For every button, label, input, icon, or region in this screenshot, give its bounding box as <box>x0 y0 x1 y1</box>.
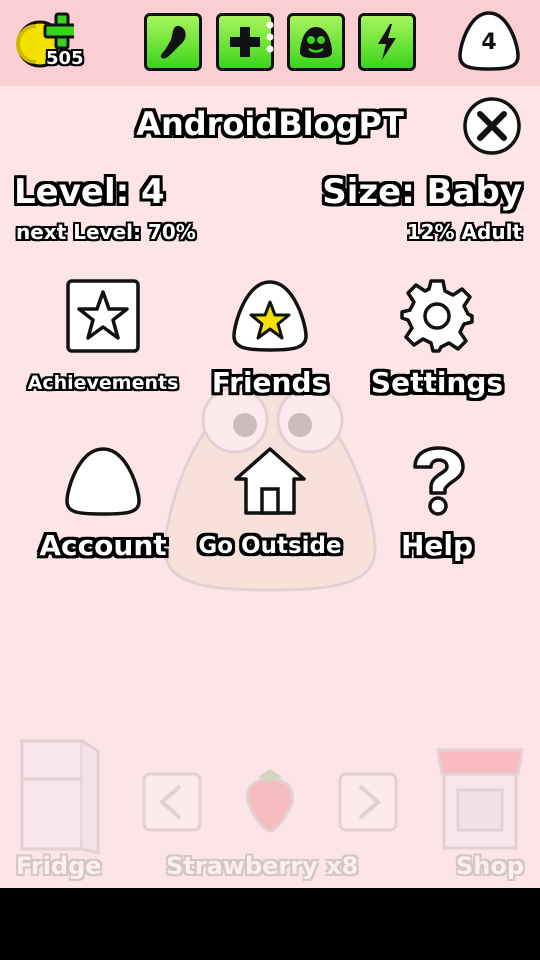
gear-icon <box>400 279 474 353</box>
help-label: Help <box>400 529 474 562</box>
food-label: Strawberry x8 <box>166 852 359 880</box>
account-label: Account <box>39 529 167 562</box>
help-button[interactable]: Help <box>352 445 522 575</box>
drumstick-icon <box>160 25 186 59</box>
fridge-icon <box>20 739 100 855</box>
pou-face-icon <box>300 27 332 58</box>
achievements-label: Achievements <box>27 372 179 394</box>
settings-button[interactable]: Settings <box>352 278 522 408</box>
food-stat-button[interactable] <box>144 13 202 71</box>
settings-label: Settings <box>370 366 504 399</box>
lightning-icon <box>378 24 396 60</box>
account-button[interactable]: Account <box>18 445 188 575</box>
star-box-icon <box>66 279 140 353</box>
go-outside-button[interactable]: Go Outside <box>185 445 355 575</box>
next-food-arrow-icon <box>338 772 398 832</box>
energy-stat-button[interactable] <box>358 13 416 71</box>
prev-food-arrow-icon <box>142 772 202 832</box>
friends-label: Friends <box>211 366 329 399</box>
fridge-label: Fridge <box>16 852 102 880</box>
go-outside-label: Go Outside <box>198 533 342 559</box>
level-label: Level: 4 <box>14 172 165 212</box>
achievements-button[interactable]: Achievements <box>18 278 188 408</box>
size-label: Size: Baby <box>322 172 522 212</box>
house-icon <box>234 447 306 515</box>
friends-star-icon <box>232 280 308 352</box>
next-level-progress: next Level: 70% <box>16 220 196 244</box>
system-nav-bar <box>0 888 540 960</box>
question-mark-icon <box>413 446 465 516</box>
username: AndroidBlogPT <box>136 105 404 143</box>
close-icon[interactable] <box>462 96 522 156</box>
adult-progress: 12% Adult <box>406 220 522 244</box>
fun-stat-button[interactable] <box>287 13 345 71</box>
friends-button[interactable]: Friends <box>185 278 355 408</box>
level-bubble-number: 4 <box>481 30 497 55</box>
shop-label: Shop <box>456 852 525 880</box>
strawberry-icon <box>246 769 294 833</box>
coin-count: 505 <box>46 48 84 69</box>
pou-silhouette-icon <box>65 447 141 516</box>
plus-icon <box>230 27 260 57</box>
overflow-menu-icon[interactable] <box>260 20 280 54</box>
shop-icon <box>436 748 524 850</box>
